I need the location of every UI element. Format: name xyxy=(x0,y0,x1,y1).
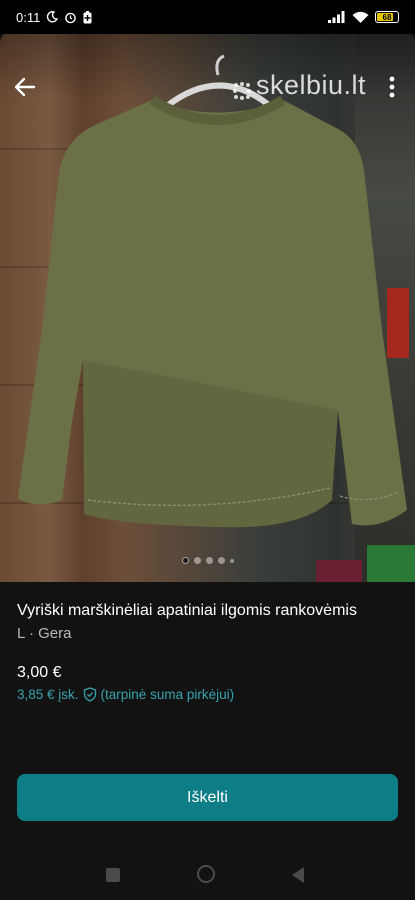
arrow-left-icon xyxy=(14,77,36,97)
buyer-price-row[interactable]: 3,85 € įsk. (tarpinė suma pirkėjui) xyxy=(17,687,398,702)
buyer-price: 3,85 € įsk. xyxy=(17,687,79,702)
shield-check-icon xyxy=(83,687,96,702)
listing-title: Vyriški marškinėliai apatiniai ilgomis r… xyxy=(17,602,357,619)
nav-back-icon[interactable] xyxy=(292,867,304,883)
home-icon[interactable] xyxy=(197,865,215,883)
watermark: skelbiu.lt xyxy=(232,70,366,101)
alarm-icon xyxy=(64,11,77,24)
moon-icon xyxy=(46,11,59,23)
promote-button[interactable]: Iškelti xyxy=(17,774,398,821)
more-vertical-icon xyxy=(389,76,395,98)
system-nav-bar xyxy=(0,850,415,900)
listing-size-condition: L · Gera xyxy=(17,625,72,642)
gallery-pagination xyxy=(0,557,415,564)
listing-price: 3,00 € xyxy=(17,664,62,681)
battery-saver-icon xyxy=(83,10,92,24)
recent-apps-icon[interactable] xyxy=(106,868,120,882)
shirt-image xyxy=(18,54,407,528)
signal-icon xyxy=(328,11,346,23)
page-dot[interactable] xyxy=(205,557,213,564)
listing-photo[interactable]: skelbiu.lt xyxy=(0,30,415,582)
page-dot[interactable] xyxy=(229,558,234,563)
back-button[interactable] xyxy=(12,74,38,100)
listing-info: Vyriški marškinėliai apatiniai ilgomis r… xyxy=(17,600,398,702)
buyer-price-note: (tarpinė suma pirkėjui) xyxy=(100,687,235,702)
logo-dots-icon xyxy=(232,77,251,100)
more-options-button[interactable] xyxy=(387,74,397,100)
battery-icon: 68 xyxy=(375,11,399,23)
wifi-icon xyxy=(352,11,369,23)
page-dot[interactable] xyxy=(181,557,189,564)
status-time: 0:11 xyxy=(16,9,41,25)
status-bar: 0:11 68 xyxy=(0,0,415,34)
page-dot[interactable] xyxy=(193,557,201,564)
page-dot[interactable] xyxy=(217,557,225,564)
